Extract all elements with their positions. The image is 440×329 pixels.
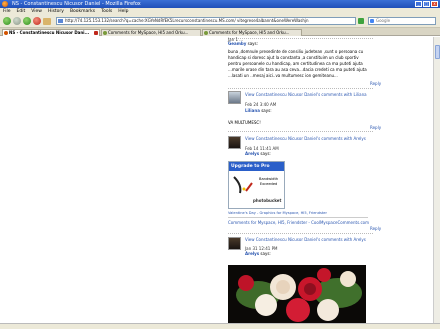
comment-author-link[interactable]: Arelys (245, 151, 259, 156)
divider (228, 88, 373, 89)
photobucket-logo: photobucket (253, 198, 282, 203)
back-button[interactable] (3, 17, 11, 25)
status-bar (0, 323, 440, 329)
bandwidth-text: Bandwidth Exceeded (259, 177, 278, 187)
menu-edit[interactable]: Edit (17, 8, 26, 15)
comment-line: ...lasati un ..mesaj aici..va multumesc … (228, 73, 338, 78)
menu-tools[interactable]: Tools (101, 8, 112, 15)
close-tab-icon[interactable] (94, 31, 98, 35)
search-input[interactable]: Google (368, 17, 436, 25)
reply-link[interactable]: Reply (370, 81, 381, 86)
search-placeholder: Google (376, 18, 391, 23)
avatar[interactable] (228, 91, 241, 104)
vertical-scrollbar[interactable] (433, 37, 440, 323)
menu-help[interactable]: Help (118, 8, 128, 15)
comments-site-link[interactable]: Comments for Myspace, HI5, Friendster - … (228, 220, 369, 225)
tab-bar: NS - Constantinescu Nicusor Dani... Comm… (0, 28, 440, 36)
menu-bar: File Edit View History Bookmarks Tools H… (0, 8, 440, 15)
tab-favicon-icon (103, 31, 107, 35)
tab-comments-2[interactable]: Comments for MySpace, HI5 and Orku... (202, 29, 302, 36)
address-url: http://74.125.153.132/search?q=cache:XGY… (65, 18, 309, 23)
tab-favicon-icon (4, 31, 8, 35)
divider (228, 233, 373, 234)
address-bar[interactable]: http://74.125.153.132/search?q=cache:XGY… (56, 17, 356, 25)
says-label: says: (247, 41, 258, 46)
menu-history[interactable]: History (48, 8, 64, 15)
upgrade-banner[interactable]: Upgrade to Pro today! (229, 162, 284, 178)
bandwidth-image[interactable]: Upgrade to Pro today! Bandwidth Exceeded… (228, 161, 285, 209)
divider (228, 217, 368, 218)
tab-label: Comments for MySpace, HI5 and Orku... (108, 30, 189, 35)
minimize-button[interactable]: _ (415, 1, 422, 7)
flower-image[interactable] (228, 265, 366, 323)
home-button[interactable] (43, 18, 51, 25)
maximize-button[interactable]: □ (423, 1, 430, 7)
comment-author-link[interactable]: Arelys (245, 251, 259, 256)
tab-constantinescu[interactable]: NS - Constantinescu Nicusor Dani... (2, 29, 100, 36)
tab-comments-1[interactable]: Comments for MySpace, HI5 and Orku... (101, 29, 201, 36)
divider (228, 38, 373, 39)
google-icon (370, 19, 374, 23)
comment-body: VA MULTUMESC! (228, 120, 261, 125)
tab-favicon-icon (204, 31, 208, 35)
roses-bouquet-icon (236, 268, 362, 322)
view-comments-link[interactable]: View Constantinescu Nicusor Daniel's com… (245, 136, 366, 141)
broken-cable-icon (233, 176, 253, 194)
comment-author-line: Liliana says: (245, 108, 272, 113)
view-comments-link[interactable]: View Constantinescu Nicusor Daniel's com… (245, 92, 367, 97)
view-comments-link[interactable]: View Constantinescu Nicusor Daniel's com… (245, 237, 366, 242)
comment-author-line: Geamby says: (228, 41, 258, 46)
window-titlebar: NS - Constantinescu Nicusor Daniel - Moz… (0, 0, 440, 8)
divider (228, 131, 373, 132)
comment-author-link[interactable]: Liliana (245, 108, 260, 113)
says-label: says: (260, 151, 271, 156)
image-caption-link[interactable]: Valentine's Day - Graphics for Myspace, … (228, 211, 327, 215)
firefox-icon (2, 1, 8, 7)
comment-date: Feb 24 3:40 AM (245, 102, 277, 107)
tab-label: Comments for MySpace, HI5 and Orku... (209, 30, 290, 35)
menu-file[interactable]: File (3, 8, 11, 15)
reply-link[interactable]: Reply (370, 125, 381, 130)
says-label: says: (261, 108, 272, 113)
tab-label: NS - Constantinescu Nicusor Dani... (9, 30, 90, 35)
comment-author-line: Arelys says: (245, 151, 271, 156)
avatar[interactable] (228, 237, 241, 250)
reply-link[interactable]: Reply (370, 226, 381, 231)
forward-button[interactable] (13, 17, 21, 25)
navigation-toolbar: http://74.125.153.132/search?q=cache:XGY… (0, 15, 440, 28)
page-icon (58, 19, 63, 23)
scrollbar-thumb[interactable] (435, 45, 440, 59)
menu-bookmarks[interactable]: Bookmarks (70, 8, 95, 15)
menu-view[interactable]: View (31, 8, 42, 15)
stop-button[interactable] (33, 17, 41, 25)
says-label: says: (260, 251, 271, 256)
window-title: NS - Constantinescu Nicusor Daniel - Moz… (12, 1, 141, 7)
close-button[interactable]: x (431, 1, 438, 7)
go-button[interactable] (358, 18, 364, 24)
comment-author-line: Arelys says: (245, 251, 271, 256)
comment-author-link[interactable]: Geamby (228, 41, 246, 46)
exceeded-label: Exceeded (259, 182, 278, 186)
reload-button[interactable] (23, 17, 31, 25)
page-content: Jan 1 ... Geamby says: buna ,domnule pre… (0, 37, 433, 323)
avatar[interactable] (228, 136, 241, 149)
comment-body: buna ,domnule presedinte de consiliu jud… (228, 49, 378, 79)
